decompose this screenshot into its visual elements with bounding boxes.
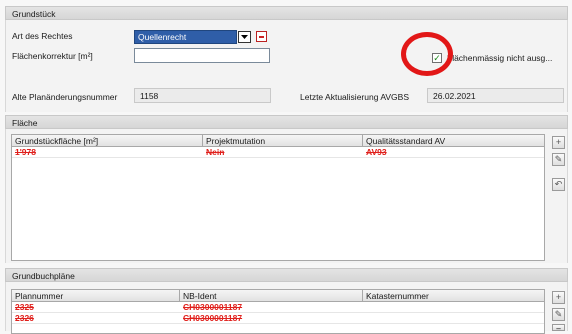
flaeche-table: Grundstückfläche [m²] Projektmutation Qu… <box>11 134 545 261</box>
dropdown-arrow-icon[interactable] <box>238 31 251 43</box>
column-header[interactable]: Grundstückfläche [m²] <box>12 135 203 146</box>
section-title: Fläche <box>12 118 38 128</box>
column-header[interactable]: Katasternummer <box>363 290 544 301</box>
section-title: Grundbuchpläne <box>12 271 75 281</box>
table-cell: Nein <box>206 147 225 157</box>
column-header[interactable]: Qualitätsstandard AV <box>363 135 544 146</box>
annotation-circle <box>401 32 453 76</box>
table-cell: CH0300001187 <box>183 313 243 323</box>
flaechenkorrektur-input[interactable] <box>134 48 270 63</box>
table-cell <box>363 302 544 312</box>
table-cell: 2325 <box>15 302 34 312</box>
add-icon[interactable]: + <box>552 136 565 149</box>
letzte-aktualisierung-label: Letzte Aktualisierung AVGBS <box>300 92 409 102</box>
edit-icon[interactable]: ✎ <box>552 153 565 166</box>
plan-aenderungsnummer-field: 1158 <box>134 88 271 103</box>
section-grundbuch-header: Grundbuchpläne <box>5 268 568 282</box>
grundbuch-table-header: Plannummer NB-Ident Katasternummer <box>12 290 544 302</box>
grundbuch-table: Plannummer NB-Ident Katasternummer 2325 … <box>11 289 545 334</box>
table-row[interactable]: 1'978 Nein AV93 <box>12 147 544 158</box>
table-cell: AV93 <box>366 147 387 157</box>
section-title: Grundstück <box>12 9 56 19</box>
table-row[interactable]: 2325 CH0300001187 <box>12 302 544 313</box>
art-des-rechtes-value: Quellenrecht <box>138 32 187 42</box>
table-cell: CH0300001187 <box>183 302 243 312</box>
art-des-rechtes-select[interactable]: Quellenrecht <box>134 30 237 44</box>
column-header[interactable]: Plannummer <box>12 290 180 301</box>
minus-icon <box>259 36 264 38</box>
table-cell <box>363 313 544 323</box>
table-cell: 1'978 <box>15 147 36 157</box>
table-cell: 2326 <box>15 313 34 323</box>
letzte-aktualisierung-field: 26.02.2021 <box>427 88 564 103</box>
edit-icon[interactable]: ✎ <box>552 308 565 321</box>
section-grundstueck-header: Grundstück <box>5 6 568 20</box>
section-flaeche-header: Fläche <box>5 115 568 129</box>
clear-button[interactable] <box>256 31 267 42</box>
column-header[interactable]: NB-Ident <box>180 290 363 301</box>
table-row[interactable]: 2326 CH0300001187 <box>12 313 544 324</box>
flaechenmaessig-label: Flächenmässig nicht ausg... <box>447 53 553 63</box>
list-icon[interactable]: ≡ <box>552 324 565 331</box>
art-des-rechtes-label: Art des Rechtes <box>12 31 73 41</box>
plan-aenderungsnummer-label: Alte Planänderungsnummer <box>12 92 118 102</box>
column-header[interactable]: Projektmutation <box>203 135 363 146</box>
undo-icon[interactable]: ↶ <box>552 178 565 191</box>
flaechenkorrektur-label: Flächenkorrektur [m²] <box>12 51 93 61</box>
add-icon[interactable]: + <box>552 291 565 304</box>
flaeche-table-header: Grundstückfläche [m²] Projektmutation Qu… <box>12 135 544 147</box>
